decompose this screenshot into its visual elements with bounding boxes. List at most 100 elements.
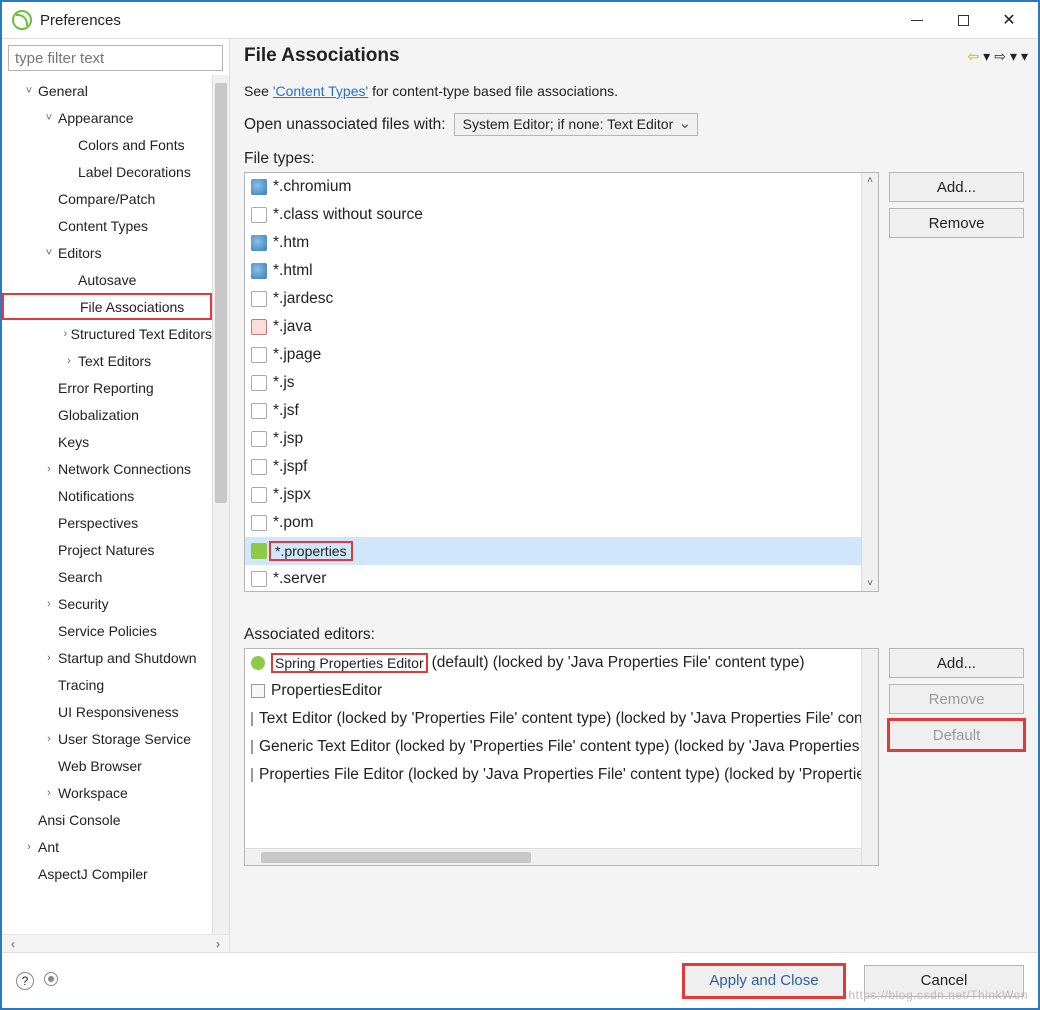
file-icon: [251, 179, 267, 195]
tree-item[interactable]: Compare/Patch: [2, 185, 212, 212]
editors-add-button[interactable]: Add...: [889, 648, 1024, 678]
tree-item[interactable]: UI Responsiveness: [2, 698, 212, 725]
import-export-icon[interactable]: [44, 972, 58, 986]
file-type-row[interactable]: *.jpage: [245, 341, 861, 369]
tree-item[interactable]: ›Security: [2, 590, 212, 617]
file-icon: [251, 543, 267, 559]
tree-hscroll[interactable]: ‹›: [2, 934, 229, 952]
tree-item[interactable]: ›User Storage Service: [2, 725, 212, 752]
file-type-row[interactable]: *.jardesc: [245, 285, 861, 313]
file-types-list[interactable]: *.chromium*.class without source*.htm*.h…: [244, 172, 879, 592]
tree-item[interactable]: Label Decorations: [2, 158, 212, 185]
tree-item[interactable]: ›Workspace: [2, 779, 212, 806]
app-icon: [12, 10, 32, 30]
tree-item[interactable]: Tracing: [2, 671, 212, 698]
tree-item[interactable]: ˅General: [2, 77, 212, 104]
editor-icon: [251, 768, 253, 782]
file-type-row[interactable]: *.java: [245, 313, 861, 341]
tree-item[interactable]: File Associations: [2, 293, 212, 320]
file-icon: [251, 515, 267, 531]
tree-item[interactable]: ›Startup and Shutdown: [2, 644, 212, 671]
file-icon: [251, 487, 267, 503]
file-types-remove-button[interactable]: Remove: [889, 208, 1024, 238]
file-type-row[interactable]: *.jspf: [245, 453, 861, 481]
file-type-row[interactable]: *.server: [245, 565, 861, 591]
editor-icon: [251, 712, 253, 726]
tree-scrollbar[interactable]: [212, 75, 229, 934]
tree-item[interactable]: Project Natures: [2, 536, 212, 563]
tree-item[interactable]: ›Structured Text Editors: [2, 320, 212, 347]
file-icon: [251, 263, 267, 279]
forward-icon[interactable]: ⇨: [994, 48, 1006, 65]
editor-row[interactable]: Text Editor (locked by 'Properties File'…: [245, 705, 861, 733]
minimize-button[interactable]: [894, 4, 940, 36]
file-type-row[interactable]: *.jsf: [245, 397, 861, 425]
window-title: Preferences: [40, 12, 121, 29]
tree-item[interactable]: Error Reporting: [2, 374, 212, 401]
tree-item[interactable]: Keys: [2, 428, 212, 455]
preferences-tree-panel: ˅General˅AppearanceColors and FontsLabel…: [2, 39, 230, 952]
file-types-scrollbar[interactable]: ˄˅: [861, 173, 878, 591]
file-type-row[interactable]: *.js: [245, 369, 861, 397]
tree-item[interactable]: ›Ant: [2, 833, 212, 860]
file-icon: [251, 347, 267, 363]
tree-item[interactable]: Search: [2, 563, 212, 590]
content-types-link[interactable]: 'Content Types': [273, 83, 368, 99]
file-type-row[interactable]: *.properties: [245, 537, 861, 565]
file-icon: [251, 375, 267, 391]
tree-item[interactable]: Colors and Fonts: [2, 131, 212, 158]
file-types-label: File types:: [244, 150, 1024, 168]
file-icon: [251, 571, 267, 587]
file-type-row[interactable]: *.class without source: [245, 201, 861, 229]
page-nav-toolbar: ⇦▾ ⇨▾ ▾: [967, 48, 1028, 65]
associated-editors-list[interactable]: Spring Properties Editor (default) (lock…: [244, 648, 879, 866]
tree-item[interactable]: Notifications: [2, 482, 212, 509]
associated-editors-label: Associated editors:: [244, 626, 1024, 644]
tree-item[interactable]: Perspectives: [2, 509, 212, 536]
editor-row[interactable]: Spring Properties Editor (default) (lock…: [245, 649, 861, 677]
editors-default-button[interactable]: Default: [889, 720, 1024, 750]
tree-item[interactable]: ›Network Connections: [2, 455, 212, 482]
close-button[interactable]: ✕: [986, 4, 1032, 36]
preferences-tree[interactable]: ˅General˅AppearanceColors and FontsLabel…: [2, 75, 212, 934]
tree-item[interactable]: ›Text Editors: [2, 347, 212, 374]
file-type-row[interactable]: *.pom: [245, 509, 861, 537]
tree-item[interactable]: Web Browser: [2, 752, 212, 779]
tree-item[interactable]: AspectJ Compiler: [2, 860, 212, 887]
tree-item[interactable]: Globalization: [2, 401, 212, 428]
editor-row[interactable]: PropertiesEditor: [245, 677, 861, 705]
filter-input[interactable]: [8, 45, 223, 71]
file-icon: [251, 459, 267, 475]
file-type-row[interactable]: *.html: [245, 257, 861, 285]
file-type-row[interactable]: *.htm: [245, 229, 861, 257]
tree-item[interactable]: Autosave: [2, 266, 212, 293]
open-unassociated-select[interactable]: System Editor; if none: Text Editor: [454, 113, 699, 136]
file-icon: [251, 235, 267, 251]
editor-icon: [251, 684, 265, 698]
file-types-add-button[interactable]: Add...: [889, 172, 1024, 202]
file-icon: [251, 291, 267, 307]
file-type-row[interactable]: *.jspx: [245, 481, 861, 509]
maximize-button[interactable]: [940, 4, 986, 36]
file-icon: [251, 431, 267, 447]
watermark: https://blog.csdn.net/ThinkWon: [848, 988, 1028, 1002]
title-bar: Preferences ✕: [2, 2, 1038, 38]
editor-row[interactable]: Properties File Editor (locked by 'Java …: [245, 761, 861, 789]
editors-vscroll[interactable]: [861, 649, 878, 865]
tree-item[interactable]: Content Types: [2, 212, 212, 239]
tree-item[interactable]: Ansi Console: [2, 806, 212, 833]
file-type-row[interactable]: *.jsp: [245, 425, 861, 453]
editors-remove-button[interactable]: Remove: [889, 684, 1024, 714]
editor-row[interactable]: Generic Text Editor (locked by 'Properti…: [245, 733, 861, 761]
file-type-row[interactable]: *.chromium: [245, 173, 861, 201]
content-types-hint: See 'Content Types' for content-type bas…: [244, 83, 1024, 101]
file-icon: [251, 319, 267, 335]
tree-item[interactable]: Service Policies: [2, 617, 212, 644]
back-icon[interactable]: ⇦: [967, 48, 979, 65]
editor-icon: [251, 740, 253, 754]
tree-item[interactable]: ˅Editors: [2, 239, 212, 266]
apply-and-close-button[interactable]: Apply and Close: [684, 965, 844, 997]
tree-item[interactable]: ˅Appearance: [2, 104, 212, 131]
editors-hscroll[interactable]: [245, 848, 861, 865]
help-icon[interactable]: ?: [16, 972, 34, 990]
